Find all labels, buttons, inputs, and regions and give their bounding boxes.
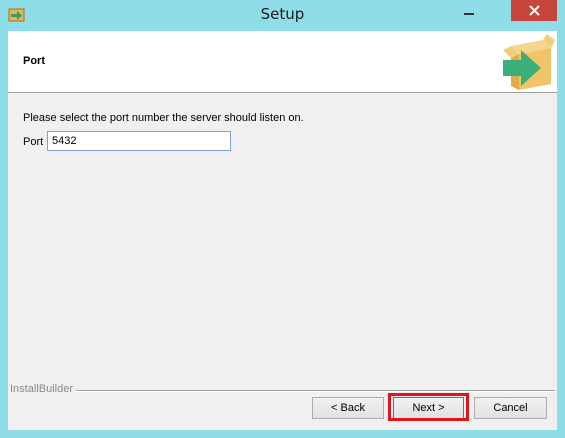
port-label: Port	[23, 136, 44, 148]
cancel-button[interactable]: Cancel	[474, 397, 547, 419]
back-button[interactable]: < Back	[312, 397, 384, 419]
title-bar[interactable]: Setup	[0, 0, 565, 31]
minimize-icon	[464, 13, 474, 15]
close-icon	[528, 5, 540, 16]
installbuilder-brand: InstallBuilder	[10, 383, 76, 395]
minimize-button[interactable]	[456, 0, 482, 22]
instruction-text: Please select the port number the server…	[23, 112, 304, 124]
port-input[interactable]	[47, 131, 231, 151]
setup-window: Setup Port Please select the port number…	[0, 0, 565, 438]
next-button[interactable]: Next >	[393, 397, 464, 419]
dialog-client-area: Port Please select the port number the s…	[8, 31, 557, 430]
close-button[interactable]	[511, 0, 557, 21]
page-title: Port	[23, 55, 45, 67]
box-arrow-logo-icon	[503, 34, 555, 90]
wizard-header: Port	[8, 31, 557, 93]
installer-arrow-icon	[8, 8, 25, 22]
footer-separator	[74, 390, 555, 392]
